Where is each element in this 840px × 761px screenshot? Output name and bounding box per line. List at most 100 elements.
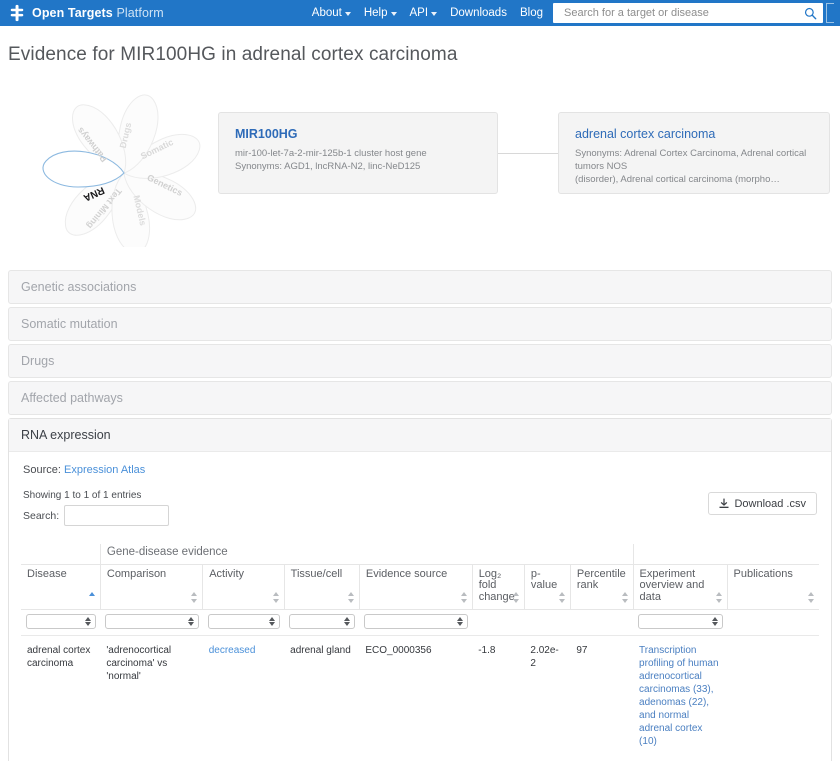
nav-item-blog-label: Blog — [520, 7, 543, 19]
source-link-expression-atlas[interactable]: Expression Atlas — [64, 464, 145, 476]
disease-synonyms: (disorder), Adrenal cortical carcinoma (… — [575, 173, 813, 186]
sort-indicator-icon[interactable] — [273, 592, 280, 603]
group-header-gene-disease-evidence: Gene-disease evidence — [100, 544, 472, 564]
column-label-disease: Disease — [27, 569, 86, 581]
cell-log2-fold-change: -1.8 — [472, 636, 524, 757]
chevron-down-icon — [391, 12, 397, 16]
global-search[interactable] — [553, 3, 823, 23]
accordion-item-genetic-associations[interactable]: Genetic associations — [8, 270, 832, 304]
nav-item-api[interactable]: API — [410, 7, 438, 19]
cell-evidence-source: ECO_0000356 — [359, 636, 472, 757]
filter-cell-comparison — [100, 610, 202, 636]
column-label-tissue-cell: Tissue/cell — [291, 569, 345, 581]
filter-cell-log2 — [472, 610, 524, 636]
column-header-activity[interactable]: Activity — [203, 564, 284, 610]
gene-disease-connector-line — [498, 153, 558, 154]
accordion-item-drugs[interactable]: Drugs — [8, 344, 832, 378]
disease-summary-card[interactable]: adrenal cortex carcinoma Synonyms: Adren… — [558, 112, 830, 194]
table-filter-row — [21, 610, 819, 636]
accordion-header-genetic-associations[interactable]: Genetic associations — [9, 271, 831, 303]
brand-home-link[interactable]: Open Targets Platform — [8, 4, 164, 22]
disease-name-link[interactable]: adrenal cortex carcinoma — [575, 127, 813, 141]
column-header-experiment-overview[interactable]: Experiment overview and data — [633, 564, 727, 610]
table-column-header-row: Disease Comparison Activity — [21, 564, 819, 610]
filter-cell-evidence-source — [359, 610, 472, 636]
sort-indicator-icon[interactable] — [716, 592, 723, 603]
table-row: adrenal cortex carcinoma 'adrenocortical… — [21, 636, 819, 757]
accordion-header-somatic-mutation[interactable]: Somatic mutation — [9, 308, 831, 340]
sort-indicator-icon[interactable] — [808, 592, 815, 603]
search-input[interactable] — [562, 6, 804, 20]
table-search-row: Search: — [23, 505, 819, 526]
filter-select-tissue-cell[interactable] — [289, 614, 355, 629]
column-header-publications[interactable]: Publications — [727, 564, 819, 610]
nav-item-blog[interactable]: Blog — [520, 7, 543, 19]
sort-indicator-icon[interactable] — [559, 592, 566, 603]
column-label-p-value: p-value — [531, 569, 556, 592]
column-header-tissue-cell[interactable]: Tissue/cell — [284, 564, 359, 610]
nav-item-help-label: Help — [364, 7, 388, 19]
filter-select-disease[interactable] — [26, 614, 96, 629]
filter-cell-p-value — [524, 610, 570, 636]
disease-description: Synonyms: Adrenal Cortex Carcinoma, Adre… — [575, 147, 813, 173]
column-header-log2-fold-change[interactable]: Log₂ fold change — [472, 564, 524, 610]
sort-indicator-icon[interactable] — [348, 592, 355, 603]
group-header-empty-2 — [472, 544, 633, 564]
brand-suffix: Platform — [116, 6, 163, 20]
filter-select-experiment[interactable] — [638, 614, 723, 629]
accordion-header-affected-pathways[interactable]: Affected pathways — [9, 382, 831, 414]
sort-indicator-icon[interactable] — [191, 592, 198, 603]
search-icon[interactable] — [804, 7, 817, 20]
accordion-item-rna-expression[interactable]: RNA expression Source: Expression Atlas … — [8, 418, 832, 761]
gene-name-link[interactable]: MIR100HG — [235, 127, 481, 141]
cell-comparison: 'adrenocortical carcinoma' vs 'normal' — [100, 636, 202, 757]
chevron-down-icon — [345, 12, 351, 16]
table-search-label: Search: — [23, 510, 59, 522]
accordion-item-somatic-mutation[interactable]: Somatic mutation — [8, 307, 832, 341]
filter-select-comparison[interactable] — [105, 614, 198, 629]
column-label-percentile-rank: Percentile rank — [577, 569, 619, 592]
column-label-experiment-overview: Experiment overview and data — [640, 569, 713, 604]
table-search-input[interactable] — [64, 505, 169, 526]
accordion-header-drugs[interactable]: Drugs — [9, 345, 831, 377]
filter-cell-percentile — [570, 610, 633, 636]
download-csv-label: Download .csv — [734, 498, 806, 510]
column-header-comparison[interactable]: Comparison — [100, 564, 202, 610]
column-label-publications: Publications — [734, 569, 805, 581]
column-label-log2-fold-change: Log₂ fold change — [479, 569, 510, 604]
filter-select-activity[interactable] — [208, 614, 280, 629]
sort-indicator-icon[interactable] — [622, 592, 629, 603]
accordion-header-rna-expression[interactable]: RNA expression — [9, 419, 831, 452]
nav-item-downloads-label: Downloads — [450, 7, 507, 19]
gene-summary-card[interactable]: MIR100HG mir-100-let-7a-2-mir-125b-1 clu… — [218, 112, 498, 194]
accordion-item-affected-pathways[interactable]: Affected pathways — [8, 381, 832, 415]
nav-item-help[interactable]: Help — [364, 7, 397, 19]
column-header-percentile-rank[interactable]: Percentile rank — [570, 564, 633, 610]
sort-indicator-icon[interactable] — [513, 592, 520, 603]
cell-experiment-overview: Transcription profiling of human adrenoc… — [633, 636, 727, 757]
group-header-empty-3 — [727, 544, 819, 564]
sort-indicator-asc-icon[interactable] — [89, 592, 96, 603]
filter-cell-disease — [21, 610, 100, 636]
column-label-activity: Activity — [209, 569, 269, 581]
nav-item-downloads[interactable]: Downloads — [450, 7, 507, 19]
filter-select-evidence-source[interactable] — [364, 614, 468, 629]
evidence-accordion: Genetic associations Somatic mutation Dr… — [8, 270, 832, 761]
nav-links: About Help API Downloads Blog — [312, 7, 543, 19]
page-title: Evidence for MIR100HG in adrenal cortex … — [8, 44, 840, 66]
column-header-p-value[interactable]: p-value — [524, 564, 570, 610]
cell-tissue-cell: adrenal gland — [284, 636, 359, 757]
column-header-evidence-source[interactable]: Evidence source — [359, 564, 472, 610]
experiment-link[interactable]: Transcription profiling of human adrenoc… — [639, 645, 719, 747]
source-prefix: Source: — [23, 464, 61, 476]
gene-synonyms: Synonyms: AGD1, lncRNA-N2, linc-NeD125 — [235, 160, 481, 173]
filter-cell-activity — [203, 610, 284, 636]
nav-item-about[interactable]: About — [312, 7, 351, 19]
download-csv-button[interactable]: Download .csv — [708, 492, 817, 515]
association-flower-diagram: Text Mining Models Genetics Somatic Drug… — [12, 87, 212, 247]
sort-indicator-icon[interactable] — [461, 592, 468, 603]
chevron-down-icon — [431, 12, 437, 16]
column-header-disease[interactable]: Disease — [21, 564, 100, 610]
download-icon — [719, 498, 729, 509]
cell-activity-value[interactable]: decreased — [209, 645, 256, 656]
